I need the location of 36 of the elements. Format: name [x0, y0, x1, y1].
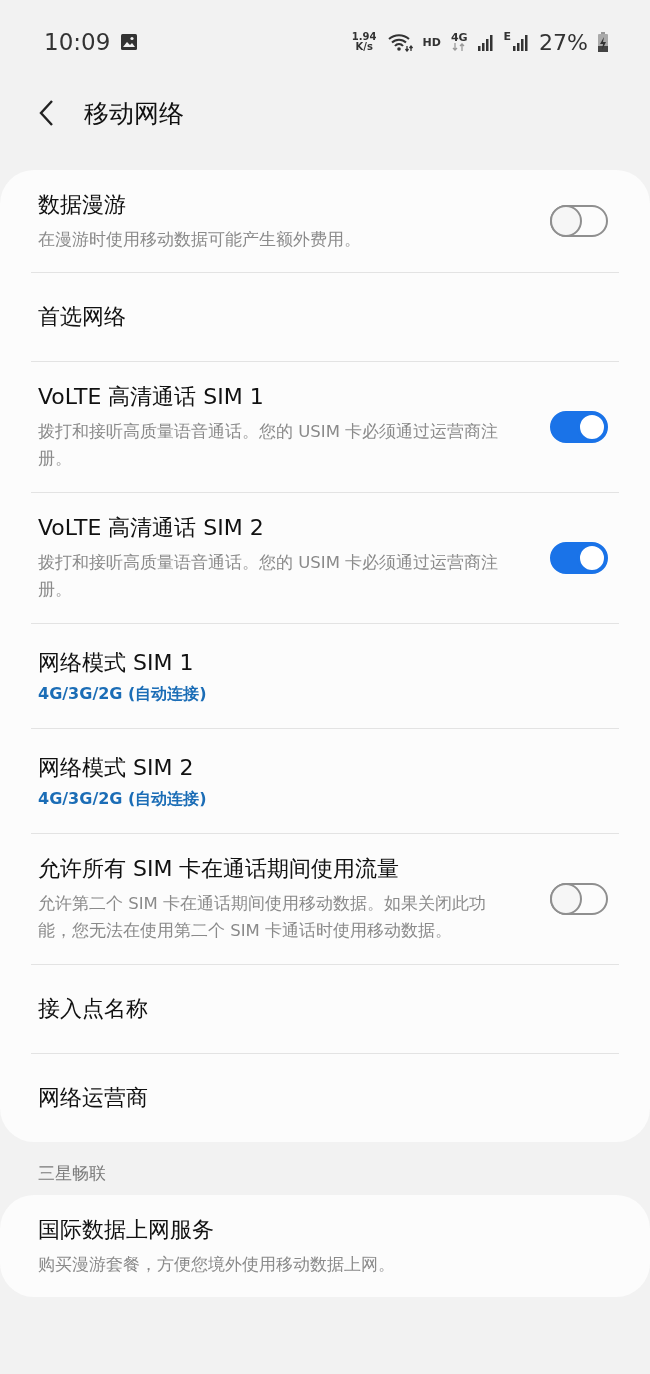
setting-title[interactable]: 网络模式 SIM 2: [38, 752, 516, 783]
battery-percent: 27%: [539, 29, 588, 55]
setting-description: 允许第二个 SIM 卡在通话期间使用移动数据。如果关闭此功能，您无法在使用第二个 SIM 卡通话时使用移动数据。: [38, 893, 488, 942]
setting-title[interactable]: 首选网络: [38, 302, 516, 332]
toggle-switch[interactable]: [550, 542, 608, 574]
status-time: 10:09: [44, 29, 111, 55]
toggle-switch[interactable]: [550, 883, 608, 915]
setting-title[interactable]: 接入点名称: [38, 994, 516, 1024]
toggle-switch[interactable]: [550, 411, 608, 443]
network-type: 4G: [450, 33, 468, 43]
signal-icon: [513, 33, 530, 51]
network-type: E: [503, 30, 512, 43]
signal-icon: [477, 33, 494, 51]
setting-title[interactable]: 国际数据上网服务: [38, 1214, 516, 1245]
section-label: 三星畅联: [37, 1162, 107, 1185]
battery-charging-icon: [598, 32, 608, 52]
wifi-icon: [386, 32, 413, 52]
data-arrows-icon: [452, 43, 467, 51]
setting-title[interactable]: 网络模式 SIM 1: [38, 647, 516, 678]
speed-value: 1.94: [351, 32, 377, 42]
image-icon: [120, 33, 139, 51]
page-title: 移动网络: [84, 97, 184, 130]
setting-title[interactable]: 允许所有 SIM 卡在通话期间使用流量: [38, 854, 516, 884]
setting-title[interactable]: VoLTE 高清通话 SIM 1: [38, 382, 516, 412]
toggle-switch[interactable]: [550, 205, 608, 237]
setting-description: 在漫游时使用移动数据可能产生额外费用。: [38, 228, 362, 251]
speed-unit: K/s: [355, 42, 373, 52]
setting-description: 拨打和接听高质量语音通话。您的 USIM 卡必须通过运营商注册。: [38, 552, 500, 601]
setting-description: 拨打和接听高质量语音通话。您的 USIM 卡必须通过运营商注册。: [38, 421, 500, 470]
setting-value: 4G/3G/2G (自动连接): [38, 788, 208, 810]
setting-title[interactable]: VoLTE 高清通话 SIM 2: [38, 513, 516, 543]
setting-title[interactable]: 网络运营商: [38, 1083, 516, 1113]
hd-label: HD: [422, 35, 441, 49]
setting-value: 4G/3G/2G (自动连接): [38, 683, 208, 705]
setting-title[interactable]: 数据漫游: [38, 189, 516, 220]
setting-description: 购买漫游套餐，方便您境外使用移动数据上网。: [38, 1253, 396, 1276]
